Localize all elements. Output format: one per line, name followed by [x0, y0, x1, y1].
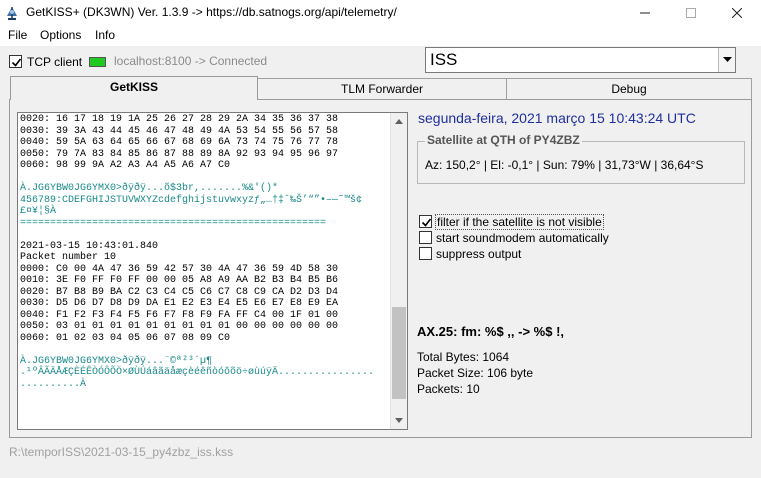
log-line: 456789:CDEFGHIJSTUVWXYZcdefghijstuvwxyzƒ… — [20, 194, 363, 206]
menu-info[interactable]: Info — [95, 28, 115, 42]
tab-tlm-forwarder[interactable]: TLM Forwarder — [257, 78, 507, 99]
log-line: 0010: 3E F0 FF F0 FF 00 00 05 A8 A9 AA B… — [20, 275, 339, 286]
scroll-down-icon[interactable] — [391, 412, 407, 429]
tcp-client-label: TCP client — [27, 55, 83, 69]
file-path: R:\temporISS\2021-03-15_py4zbz_iss.kss — [9, 445, 234, 459]
filter-not-visible-checkbox[interactable] — [419, 215, 432, 228]
start-soundmodem-checkbox[interactable] — [419, 231, 432, 244]
satellite-app-icon — [4, 4, 20, 22]
log-line: 0060: 98 99 9A A2 A3 A4 A5 A6 A7 C0 — [20, 160, 231, 171]
log-line: ========================================… — [20, 217, 327, 229]
log-line: 0060: 01 02 03 04 05 06 07 08 09 C0 — [20, 332, 231, 344]
packet-log[interactable]: 0020: 16 17 18 19 1A 25 26 27 28 29 2A 3… — [17, 112, 408, 430]
packet-log-text: 0020: 16 17 18 19 1A 25 26 27 28 29 2A 3… — [20, 114, 390, 390]
satellite-select-value: ISS — [430, 50, 458, 69]
menu-bar: File Options Info — [0, 26, 761, 46]
start-soundmodem-label: start soundmodem automatically — [436, 231, 609, 245]
qth-groupbox: Satellite at QTH of PY4ZBZ Az: 150,2° | … — [417, 133, 745, 184]
log-line: Packet number 10 — [20, 252, 117, 263]
log-line: 0030: D5 D6 D7 D8 D9 DA E1 E2 E3 E4 E5 E… — [20, 298, 339, 309]
connection-status-text: localhost:8100 -> Connected — [114, 54, 268, 68]
suppress-output-checkbox[interactable] — [419, 247, 432, 260]
log-line: ..........À — [20, 378, 87, 390]
log-line: 0040: F1 F2 F3 F4 F5 F6 F7 F8 F9 FA FF C… — [20, 309, 339, 321]
close-icon[interactable] — [714, 0, 760, 26]
chevron-down-icon[interactable] — [718, 48, 735, 72]
filter-not-visible-label: filter if the satellite is not visible — [435, 214, 604, 230]
scrollbar-thumb[interactable] — [392, 307, 406, 399]
log-line: 0020: 16 17 18 19 1A 25 26 27 28 29 2A 3… — [20, 114, 339, 125]
total-bytes: Total Bytes: 1064 — [417, 350, 510, 364]
tab-getkiss[interactable]: GetKISS — [10, 76, 258, 100]
ax25-header: AX.25: fm: %$ ,, -> %$ !, — [417, 324, 565, 339]
title-bar: GetKISS+ (DK3WN) Ver. 1.3.9 -> https://d… — [0, 0, 761, 26]
utc-datetime: segunda-feira, 2021 março 15 10:43:24 UT… — [418, 110, 696, 126]
log-scrollbar[interactable] — [390, 113, 407, 429]
packet-count: Packets: 10 — [417, 382, 480, 396]
suppress-output-label: suppress output — [436, 247, 522, 261]
log-line: 0000: C0 00 4A 47 36 59 42 57 30 4A 47 3… — [20, 263, 339, 275]
log-line: 0050: 03 01 01 01 01 01 01 01 01 01 00 0… — [20, 321, 339, 332]
tab-debug[interactable]: Debug — [506, 78, 752, 99]
log-line: .¹ºÂÃÄÅÆÇÈÉÊÒÓÔÕÖ×ØÙÚáâãäåæçèéêñòóôõö÷øù… — [20, 367, 375, 378]
qth-values: Az: 150,2° | El: -0,1° | Sun: 79% | 31,7… — [425, 158, 704, 172]
log-line: 0020: B7 B8 B9 BA C2 C3 C4 C5 C6 C7 C8 C… — [20, 286, 339, 298]
scroll-up-icon[interactable] — [391, 113, 407, 130]
qth-groupbox-title: Satellite at QTH of PY4ZBZ — [425, 133, 582, 147]
tcp-client-checkbox[interactable] — [9, 55, 22, 68]
log-line: À.JG6YBW0JG6YMX0>ðÿðÿ...¨©ª²³´µ¶ — [20, 355, 213, 367]
connection-status-led — [89, 57, 106, 67]
menu-options[interactable]: Options — [40, 28, 81, 42]
log-line: 0030: 39 3A 43 44 45 46 47 48 49 4A 53 5… — [20, 125, 339, 137]
log-line: 0040: 59 5A 63 64 65 66 67 68 69 6A 73 7… — [20, 137, 339, 148]
satellite-select[interactable]: ISS — [425, 47, 736, 73]
maximize-icon[interactable] — [668, 0, 714, 26]
log-line: 0050: 79 7A 83 84 85 86 87 88 89 8A 92 9… — [20, 148, 339, 160]
minimize-icon[interactable] — [622, 0, 668, 26]
window-title: GetKISS+ (DK3WN) Ver. 1.3.9 -> https://d… — [26, 5, 397, 19]
log-line: 2021-03-15 10:43:01.840 — [20, 240, 159, 252]
log-line: À.JG6YBW0JG6YMX0>ðÿðÿ...õ$3br,.......%&'… — [20, 183, 279, 194]
menu-file[interactable]: File — [8, 28, 27, 42]
packet-size: Packet Size: 106 byte — [417, 366, 534, 380]
log-line: £¤¥¦§À — [20, 206, 57, 217]
